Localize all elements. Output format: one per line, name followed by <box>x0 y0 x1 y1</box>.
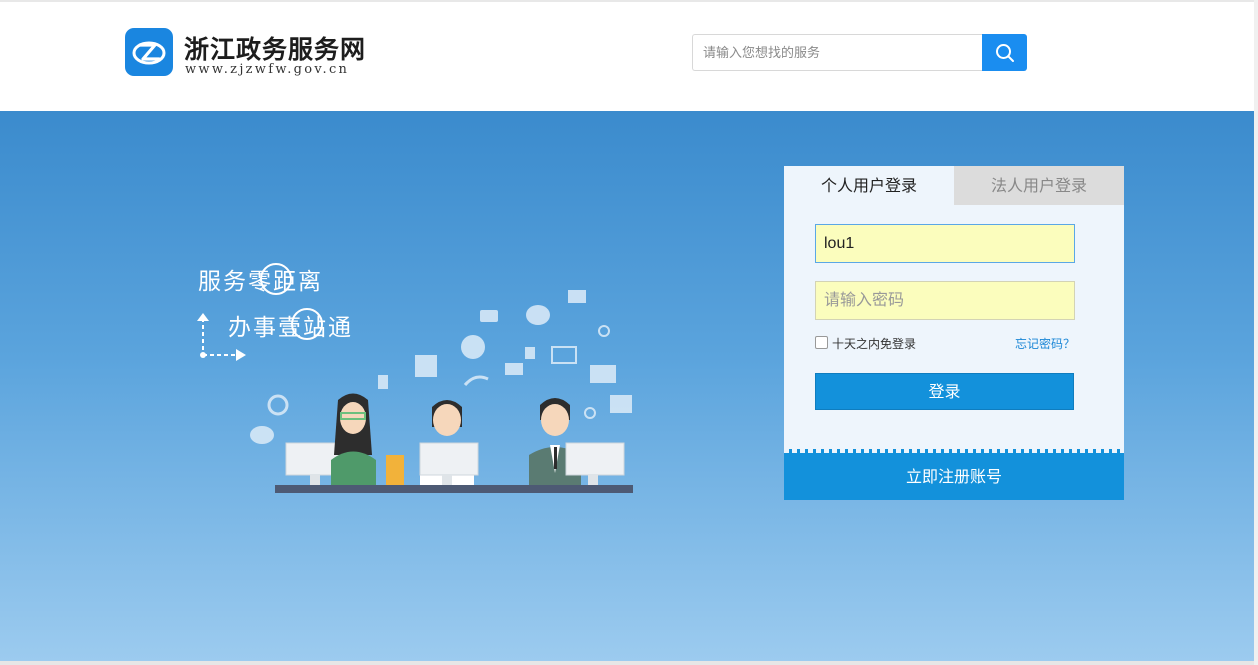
slogan-onestop: 办事壹站通 <box>228 315 353 341</box>
tab-legal-login[interactable]: 法人用户登录 <box>954 166 1124 205</box>
bottom-bar <box>0 661 1258 665</box>
agent-female <box>285 393 404 485</box>
password-input[interactable] <box>815 281 1075 320</box>
document-icon <box>415 355 437 377</box>
site-header: 浙江政务服务网 www.zjzwfw.gov.cn <box>0 2 1258 111</box>
mail-icon <box>568 290 586 303</box>
register-button[interactable]: 立即注册账号 <box>784 453 1124 500</box>
monitor-icon <box>551 346 577 364</box>
gear-small2-icon <box>584 407 596 419</box>
agent-center <box>419 400 479 485</box>
slogan-service: 服务零距离 <box>198 269 323 295</box>
login-tabs: 个人用户登录 法人用户登录 <box>784 166 1124 205</box>
site-logo-icon[interactable] <box>125 28 173 76</box>
search-button[interactable] <box>982 34 1027 71</box>
site-title[interactable]: 浙江政务服务网 <box>184 30 366 66</box>
gear-icon <box>267 394 289 416</box>
tab-personal-login[interactable]: 个人用户登录 <box>784 166 954 205</box>
search-input[interactable] <box>692 34 982 71</box>
scrollbar[interactable] <box>1254 0 1258 665</box>
globe-icon <box>461 335 485 359</box>
envelope-icon <box>610 395 632 413</box>
desk-surface <box>275 485 633 493</box>
basket-icon <box>590 365 616 383</box>
forgot-password-link[interactable]: 忘记密码？ <box>1015 335 1075 352</box>
login-form: 十天之内免登录 忘记密码？ 登录 <box>784 205 1124 451</box>
login-panel: 个人用户登录 法人用户登录 十天之内免登录 忘记密码？ 登录 立即注册账号 <box>784 166 1124 500</box>
hand-icon <box>525 347 535 359</box>
card-icon <box>480 310 498 322</box>
phone-icon <box>463 375 489 387</box>
phone-stand-icon <box>386 455 404 485</box>
search-icon <box>996 44 1014 62</box>
gear-small-icon <box>598 325 610 337</box>
username-input[interactable] <box>815 224 1075 263</box>
pointer-icon <box>378 375 388 389</box>
chat-bubble-icon <box>526 305 550 325</box>
card2-icon <box>505 363 523 375</box>
remember-checkbox[interactable] <box>815 336 828 349</box>
agent-male <box>529 398 625 485</box>
site-url: www.zjzwfw.gov.cn <box>185 62 350 77</box>
login-button[interactable]: 登录 <box>815 373 1074 410</box>
chat-bubble2-icon <box>250 426 274 444</box>
remember-label: 十天之内免登录 <box>832 337 917 351</box>
